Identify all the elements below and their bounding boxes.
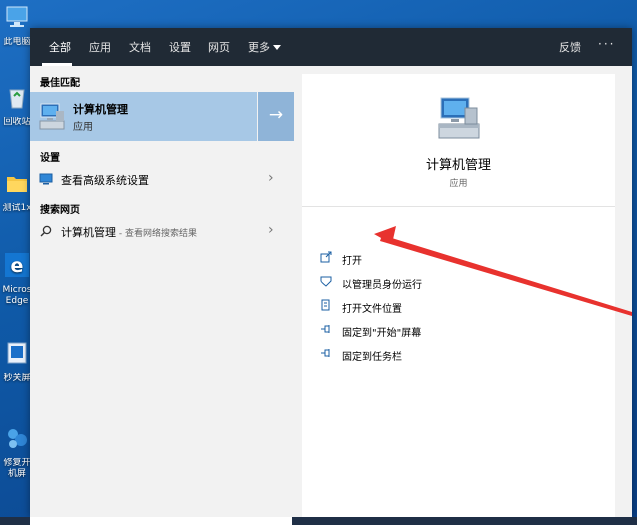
detail-title: 计算机管理 — [425, 158, 491, 173]
web-search-suffix: - 查看网络搜索结果 — [116, 229, 197, 239]
taskbar-search-box[interactable] — [30, 517, 292, 525]
svg-text:e: e — [11, 255, 24, 277]
desktop-icon-label: Micros Edge — [2, 285, 32, 306]
pin-icon — [321, 349, 330, 357]
action-pin-to-taskbar-label: 固定到任务栏 — [342, 352, 402, 363]
computer-icon — [6, 6, 28, 27]
edge-icon: e — [5, 253, 29, 277]
detail-subtitle: 应用 — [449, 179, 468, 189]
settings-header: 设置 — [40, 153, 60, 164]
best-match-subtitle: 应用 — [73, 122, 93, 133]
annotation-arrow-icon — [374, 226, 632, 316]
web-search-header: 搜索网页 — [40, 205, 80, 216]
tab-all[interactable]: 全部 — [49, 39, 71, 55]
action-pin-to-start-label: 固定到"开始"屏幕 — [342, 328, 422, 339]
arrow-right-icon: → — [268, 105, 284, 125]
settings-result-label: 查看高级系统设置 — [61, 174, 149, 187]
action-open-label: 打开 — [342, 256, 362, 267]
chevron-down-icon — [273, 45, 281, 50]
tab-documents[interactable]: 文档 — [129, 39, 151, 55]
tab-more-label: 更多 — [248, 41, 270, 54]
app-icon — [7, 342, 27, 364]
best-match-header: 最佳匹配 — [40, 78, 80, 89]
settings-result-item[interactable]: 查看高级系统设置 › — [30, 167, 294, 191]
desktop-icon-label: 修复开机屏 — [3, 458, 31, 479]
shield-icon — [320, 276, 332, 287]
tab-apps[interactable]: 应用 — [89, 39, 111, 55]
search-icon — [40, 225, 52, 237]
computer-management-icon — [39, 103, 65, 130]
web-search-result-item[interactable]: 计算机管理 - 查看网络搜索结果 › — [30, 219, 294, 243]
system-settings-icon — [39, 173, 53, 185]
desktop-icon-edge[interactable]: e Micros Edge — [0, 252, 34, 307]
results-list: 最佳匹配 计算机管理 应用 → 设置 查看高级系统设置 › 搜索网页 计算机管理… — [30, 66, 294, 517]
best-match-open-arrow[interactable]: → — [257, 92, 294, 141]
desktop-icon-label: 此电脑 — [3, 37, 31, 47]
tab-settings[interactable]: 设置 — [169, 39, 191, 55]
best-match-title: 计算机管理 — [73, 103, 128, 116]
recycle-bin-icon — [9, 89, 25, 109]
desktop-icon-folder[interactable]: 测试1x — [0, 170, 34, 214]
detail-divider — [302, 206, 615, 207]
web-search-query: 计算机管理 — [61, 226, 116, 239]
desktop-icon-repair-tool[interactable]: 修复开机屏 — [0, 425, 34, 480]
best-match-main[interactable]: 计算机管理 应用 — [30, 92, 257, 141]
pin-icon — [321, 325, 330, 333]
desktop-icon-label: 秒关屏 — [3, 373, 31, 383]
chevron-right-icon: › — [268, 222, 274, 238]
desktop-icon-this-pc[interactable]: 此电脑 — [0, 4, 34, 48]
web-search-result-text: 计算机管理 - 查看网络搜索结果 — [61, 224, 197, 240]
chevron-right-icon: › — [268, 170, 274, 186]
repair-tool-icon — [8, 429, 27, 448]
tab-more[interactable]: 更多 — [248, 39, 281, 55]
folder-icon — [7, 177, 27, 192]
more-options-button[interactable]: ··· — [598, 37, 615, 51]
best-match-item[interactable]: 计算机管理 应用 → — [30, 92, 294, 141]
desktop-icon-recycle-bin[interactable]: 回收站 — [0, 84, 34, 128]
tab-web[interactable]: 网页 — [208, 39, 230, 55]
feedback-button[interactable]: 反馈 — [559, 39, 581, 55]
desktop-icon-label: 回收站 — [3, 117, 31, 127]
computer-management-icon — [438, 97, 480, 139]
open-icon — [320, 251, 332, 263]
search-topbar: 全部 应用 文档 设置 网页 更多 反馈 ··· — [30, 28, 632, 66]
desktop-icon-label: 测试1x — [2, 203, 32, 213]
desktop-icon-app[interactable]: 秒关屏 — [0, 340, 34, 384]
file-location-icon — [321, 299, 330, 311]
